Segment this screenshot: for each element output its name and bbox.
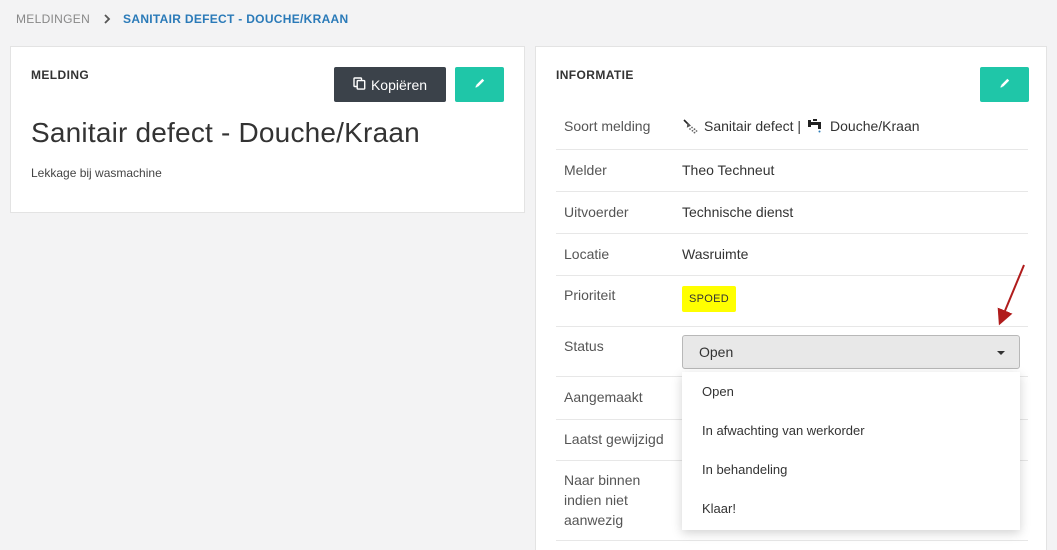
info-label: Soort melding: [564, 118, 651, 134]
info-row-status: Status Open: [556, 327, 1028, 377]
breadcrumb: MELDINGEN SANITAIR DEFECT - DOUCHE/KRAAN: [16, 12, 349, 26]
status-select[interactable]: Open: [682, 335, 1020, 369]
edit-informatie-button[interactable]: [980, 67, 1029, 102]
info-row-uitvoerder: Uitvoerder Technische dienst: [556, 192, 1028, 234]
melding-card: MELDING Kopiëren Sanitair defect - Douch…: [10, 46, 525, 213]
annotation-arrow-icon: [990, 262, 1030, 337]
soort-melding-category: Sanitair defect |: [704, 118, 802, 134]
uitvoerder-value: Technische dienst: [682, 204, 794, 220]
caret-down-icon: [997, 351, 1005, 355]
status-option-klaar[interactable]: Klaar!: [702, 501, 736, 516]
edit-melding-button[interactable]: [455, 67, 504, 102]
locatie-link[interactable]: Wasruimte: [682, 244, 748, 264]
prioriteit-value: SPOED: [682, 286, 737, 312]
faucet-icon: [807, 118, 825, 134]
melding-title: Sanitair defect - Douche/Kraan: [31, 117, 420, 148]
info-row-prioriteit: Prioriteit SPOED: [556, 276, 1028, 327]
info-label: Locatie: [564, 246, 610, 262]
copy-button-label: Kopiëren: [370, 76, 428, 93]
info-row-melder: Melder Theo Techneut: [556, 150, 1028, 192]
status-option-open[interactable]: Open: [702, 384, 734, 399]
soort-melding-subcategory: Douche/Kraan: [830, 118, 920, 134]
informatie-card-title: INFORMATIE: [556, 68, 634, 82]
status-option-in-afwachting[interactable]: In afwachting van werkorder: [702, 423, 865, 438]
info-label: Laatst gewijzigd: [564, 431, 664, 447]
pencil-icon: [999, 77, 1011, 92]
melding-card-title: MELDING: [31, 68, 90, 82]
priority-badge: SPOED: [682, 286, 737, 312]
breadcrumb-current: SANITAIR DEFECT - DOUCHE/KRAAN: [123, 12, 349, 26]
info-value-soort-melding: Sanitair defect | Douche/Kraan: [682, 116, 920, 136]
info-label: Melder: [564, 162, 607, 178]
shower-icon: [682, 118, 699, 135]
info-row-locatie: Locatie Wasruimte: [556, 234, 1028, 276]
chevron-right-icon: [104, 14, 111, 24]
status-select-value: Open: [699, 344, 734, 360]
info-label: Uitvoerder: [564, 204, 629, 220]
copy-icon: [353, 76, 366, 93]
copy-button[interactable]: Kopiëren: [334, 67, 446, 102]
info-label: Status: [564, 338, 604, 354]
info-label: Naar binnen indien niet aanwezig: [564, 472, 641, 528]
melder-link[interactable]: Theo Techneut: [682, 160, 774, 180]
status-option-in-behandeling[interactable]: In behandeling: [702, 462, 787, 477]
breadcrumb-root-link[interactable]: MELDINGEN: [16, 12, 90, 26]
status-dropdown-menu: Open In afwachting van werkorder In beha…: [682, 372, 1020, 530]
pencil-icon: [474, 77, 486, 92]
melding-description: Lekkage bij wasmachine: [31, 166, 162, 180]
info-label: Aangemaakt: [564, 389, 643, 405]
info-row-soort-melding: Soort melding Sanitair defect | Douche/K…: [556, 105, 1028, 150]
info-label: Prioriteit: [564, 287, 616, 303]
